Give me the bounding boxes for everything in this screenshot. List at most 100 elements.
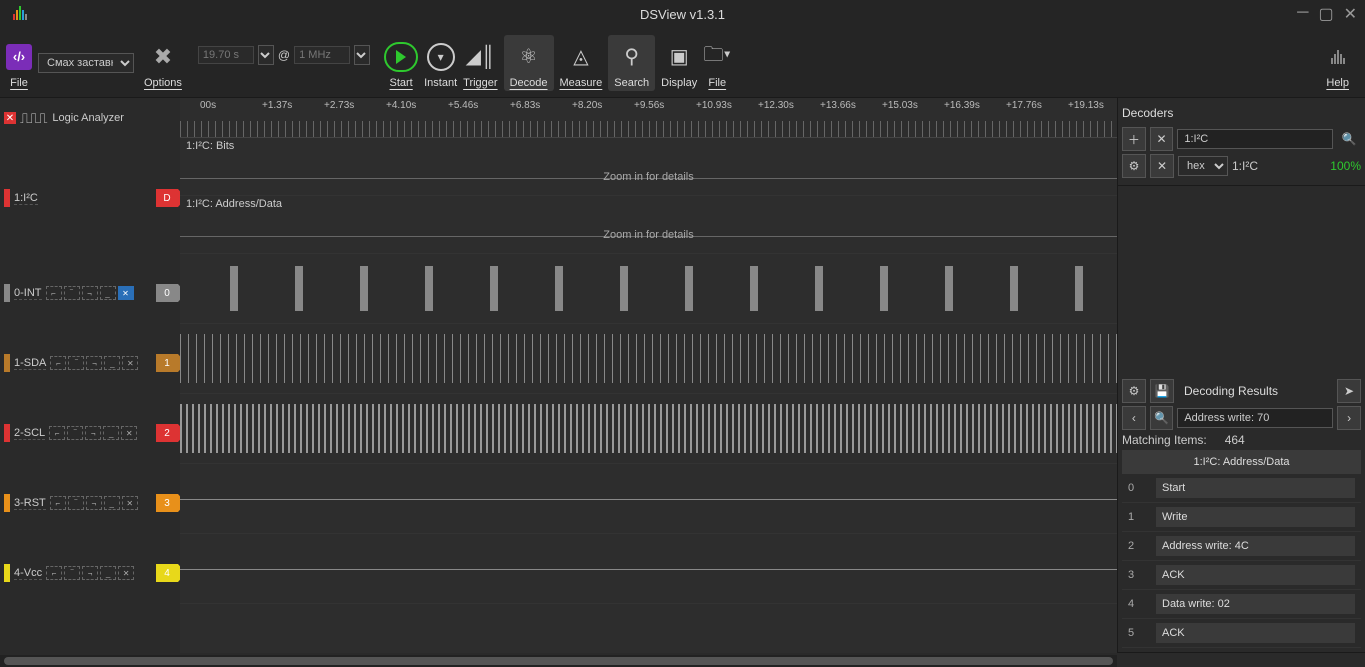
pulse: [360, 266, 368, 311]
time-ruler: 00s+1.37s+2.73s+4.10s+5.46s+6.83s+8.20s+…: [180, 98, 1117, 138]
protocol-label: 1:I²C: [1232, 159, 1258, 173]
ruler-tick-label: +15.03s: [882, 100, 918, 111]
edge-rise-icon[interactable]: ⌐: [49, 426, 65, 440]
ruler-tick-label: +10.93s: [696, 100, 732, 111]
signal-channel-row[interactable]: 1-SDA ⌐ ‾ ¬ _ ✕ 1#chan-list .channel-row…: [0, 328, 180, 398]
duration-input[interactable]: [198, 46, 254, 64]
decoder-settings-button[interactable]: ⚙: [1122, 154, 1146, 178]
ruler-tick-label: +2.73s: [324, 100, 354, 111]
edge-high-icon[interactable]: ‾: [68, 496, 84, 510]
result-value: Data write: 02: [1156, 594, 1355, 614]
edge-high-icon[interactable]: ‾: [64, 566, 80, 580]
maximize-icon[interactable]: ▢: [1318, 4, 1333, 24]
result-index: 0: [1128, 482, 1156, 494]
edge-fall-icon[interactable]: ¬: [85, 426, 101, 440]
folder-icon: 🗀▾: [703, 43, 731, 71]
results-search-icon[interactable]: 🔍: [1150, 406, 1174, 430]
results-next-button[interactable]: ›: [1337, 406, 1361, 430]
add-decoder-button[interactable]: ＋: [1122, 127, 1146, 151]
horizontal-scrollbar[interactable]: [0, 655, 1117, 667]
edge-high-icon[interactable]: ‾: [68, 356, 84, 370]
edge-high-icon[interactable]: ‾: [64, 286, 80, 300]
edge-both-icon[interactable]: ✕: [121, 426, 137, 440]
signal-channel-row[interactable]: 0-INT ⌐ ‾ ¬ _ ✕ 0#chan-list .channel-row…: [0, 258, 180, 328]
waveform-area[interactable]: 00s+1.37s+2.73s+4.10s+5.46s+6.83s+8.20s+…: [180, 98, 1117, 653]
device-select[interactable]: Смах заставки в: [38, 53, 134, 73]
result-row[interactable]: 4Data write: 02: [1122, 590, 1361, 619]
channel-color-icon: [4, 189, 10, 207]
results-nav-button[interactable]: ➤: [1337, 379, 1361, 403]
rate-unit-select[interactable]: [354, 45, 370, 65]
measure-button[interactable]: ◬ Measure: [560, 37, 603, 89]
matching-items-count: 464: [1225, 433, 1245, 447]
edge-both-icon[interactable]: ✕: [118, 566, 134, 580]
result-row[interactable]: 1Write: [1122, 503, 1361, 532]
decoder-search-input[interactable]: [1177, 129, 1333, 149]
rate-input[interactable]: [294, 46, 350, 64]
edge-both-icon[interactable]: ✕: [122, 356, 138, 370]
edge-low-icon[interactable]: _: [104, 356, 120, 370]
channel-color-icon: [4, 564, 10, 582]
ruler-tick-label: +5.46s: [448, 100, 478, 111]
decode-percentage: 100%: [1330, 159, 1361, 173]
ruler-tick-label: +1.37s: [262, 100, 292, 111]
edge-fall-icon[interactable]: ¬: [82, 566, 98, 580]
close-icon[interactable]: ✕: [1344, 4, 1357, 24]
decoder-close-button[interactable]: ✕: [1150, 154, 1174, 178]
result-row[interactable]: 0Start: [1122, 474, 1361, 503]
instant-button[interactable]: ▾ Instant: [424, 37, 457, 89]
edge-low-icon[interactable]: _: [100, 566, 116, 580]
signal-track-int: [180, 254, 1117, 324]
start-button[interactable]: Start: [384, 37, 418, 89]
results-prev-button[interactable]: ‹: [1122, 406, 1146, 430]
ruler-tick-label: +19.13s: [1068, 100, 1104, 111]
edge-both-icon[interactable]: ✕: [118, 286, 134, 300]
duration-unit-select[interactable]: [258, 45, 274, 65]
result-value: Write: [1156, 507, 1355, 527]
options-menu[interactable]: ✖ Options: [144, 37, 182, 89]
edge-fall-icon[interactable]: ¬: [86, 356, 102, 370]
result-index: 3: [1128, 569, 1156, 581]
file2-button[interactable]: 🗀▾ File: [703, 37, 731, 89]
edge-low-icon[interactable]: _: [103, 426, 119, 440]
result-row[interactable]: 3ACK: [1122, 561, 1361, 590]
decoder-search-icon[interactable]: 🔍: [1337, 127, 1361, 151]
display-button[interactable]: ▣ Display: [661, 37, 697, 89]
result-row[interactable]: 2Address write: 4C: [1122, 532, 1361, 561]
signal-channel-row[interactable]: 2-SCL ⌐ ‾ ¬ _ ✕ 2#chan-list .channel-row…: [0, 398, 180, 468]
remove-decoder-button[interactable]: ✕: [1150, 127, 1174, 151]
edge-rise-icon[interactable]: ⌐: [50, 496, 66, 510]
search-button[interactable]: ⚲ Search: [608, 35, 655, 91]
pulse: [425, 266, 433, 311]
edge-fall-icon[interactable]: ¬: [82, 286, 98, 300]
channel-column: ✕ ⎍⎍⎍ Logic Analyzer 1:I²C 1,2 D .channe…: [0, 98, 180, 653]
edge-low-icon[interactable]: _: [104, 496, 120, 510]
signal-channel-row[interactable]: 3-RST ⌐ ‾ ¬ _ ✕ 3#chan-list .channel-row…: [0, 468, 180, 538]
edge-fall-icon[interactable]: ¬: [86, 496, 102, 510]
results-save-button[interactable]: 💾: [1150, 379, 1174, 403]
i2c-decoder-channel[interactable]: 1:I²C 1,2 D .channel-row:nth-child(2) .c…: [0, 138, 180, 258]
decode-button[interactable]: ⚛ Decode: [504, 35, 554, 91]
format-select[interactable]: hex: [1178, 156, 1228, 176]
decoders-panel-title: Decoders: [1122, 102, 1361, 124]
edge-rise-icon[interactable]: ⌐: [50, 356, 66, 370]
ruler-tick-label: +4.10s: [386, 100, 416, 111]
edge-low-icon[interactable]: _: [100, 286, 116, 300]
results-settings-button[interactable]: ⚙: [1122, 379, 1146, 403]
edge-both-icon[interactable]: ✕: [122, 496, 138, 510]
trigger-button[interactable]: ◢║ Trigger: [463, 37, 497, 89]
file-menu[interactable]: ‹/› File: [6, 37, 32, 89]
signal-track-sda: [180, 324, 1117, 394]
ruler-tick-label: +6.83s: [510, 100, 540, 111]
channel-color-icon: [4, 354, 10, 372]
close-channel-icon[interactable]: ✕: [4, 112, 16, 124]
edge-rise-icon[interactable]: ⌐: [46, 566, 62, 580]
result-row[interactable]: 5ACK: [1122, 619, 1361, 648]
minimize-icon[interactable]: ─: [1297, 4, 1308, 24]
results-search-input[interactable]: [1177, 408, 1333, 428]
signal-channel-row[interactable]: 4-Vcc ⌐ ‾ ¬ _ ✕ 4#chan-list .channel-row…: [0, 538, 180, 608]
help-menu[interactable]: Help: [1326, 37, 1349, 89]
edge-high-icon[interactable]: ‾: [67, 426, 83, 440]
pulse: [490, 266, 498, 311]
edge-rise-icon[interactable]: ⌐: [46, 286, 62, 300]
